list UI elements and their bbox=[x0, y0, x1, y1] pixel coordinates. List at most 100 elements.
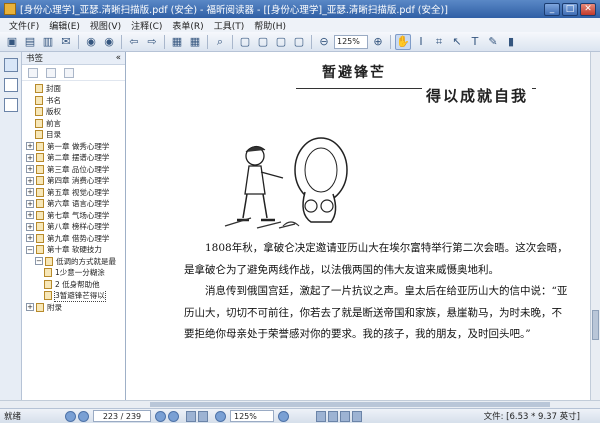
expand-toggle-icon[interactable]: − bbox=[26, 245, 34, 254]
next-page-button[interactable] bbox=[155, 410, 166, 422]
back-icon[interactable]: ⇦ bbox=[126, 34, 142, 50]
bookmark-item[interactable]: − 低调的方式就是最 bbox=[22, 256, 125, 268]
close-button[interactable]: ✕ bbox=[580, 2, 596, 16]
view-mode-icon[interactable]: ▢ bbox=[237, 34, 253, 50]
zoom-out-icon[interactable]: ⊖ bbox=[316, 34, 332, 50]
expand-toggle-icon[interactable]: + bbox=[26, 188, 34, 197]
expand-toggle-icon[interactable]: + bbox=[26, 153, 34, 162]
forward-icon[interactable]: ⇨ bbox=[144, 34, 160, 50]
bookmark-page-icon bbox=[36, 141, 44, 151]
bookmark-options-icon[interactable] bbox=[64, 67, 74, 78]
expand-toggle-icon[interactable]: + bbox=[26, 303, 34, 312]
view-mode-4-icon[interactable]: ▢ bbox=[291, 34, 307, 50]
bookmark-item[interactable]: + 第一章 做秀心理学 bbox=[22, 141, 125, 153]
layers-tab-icon[interactable] bbox=[4, 98, 18, 112]
continuous-icon[interactable] bbox=[328, 410, 338, 422]
select-annotation-icon[interactable]: ↖ bbox=[449, 34, 465, 50]
bookmark-item[interactable]: 前言 bbox=[22, 118, 125, 130]
expand-toggle-icon[interactable]: + bbox=[26, 165, 34, 174]
back-view-icon[interactable] bbox=[186, 410, 196, 422]
zoom-out-button[interactable] bbox=[215, 410, 226, 422]
bookmark-item[interactable]: + 第四章 消费心理学 bbox=[22, 175, 125, 187]
typewriter-icon[interactable]: T bbox=[467, 34, 483, 50]
note-icon[interactable]: ✎ bbox=[485, 34, 501, 50]
status-zoom-select[interactable]: 125% bbox=[230, 410, 274, 422]
bookmark-item[interactable]: + 第五章 视觉心理学 bbox=[22, 187, 125, 199]
menu-tools[interactable]: 工具(T) bbox=[209, 19, 250, 32]
email-icon[interactable]: ✉ bbox=[58, 34, 74, 50]
bookmark-item[interactable]: + 第七章 气场心理学 bbox=[22, 210, 125, 222]
continuous-facing-icon[interactable] bbox=[352, 410, 362, 422]
prev-page-icon[interactable]: ◉ bbox=[101, 34, 117, 50]
expand-toggle-icon[interactable]: + bbox=[26, 211, 34, 220]
horizontal-scroll-thumb[interactable] bbox=[150, 402, 550, 407]
fit-page-icon[interactable]: ▦ bbox=[169, 34, 185, 50]
bookmark-item[interactable]: + 第六章 语言心理学 bbox=[22, 198, 125, 210]
first-page-button[interactable] bbox=[65, 410, 76, 422]
bookmark-page-icon bbox=[35, 130, 43, 140]
horizontal-scrollbar[interactable] bbox=[0, 400, 600, 408]
vertical-scrollbar[interactable] bbox=[590, 52, 600, 400]
bookmark-page-icon bbox=[36, 302, 44, 312]
bookmark-item[interactable]: 封面 bbox=[22, 83, 125, 95]
expand-toggle-icon[interactable]: + bbox=[26, 142, 34, 151]
print-icon[interactable]: ▥ bbox=[40, 34, 56, 50]
highlight-icon[interactable]: ▮ bbox=[503, 34, 519, 50]
bookmark-item[interactable]: − 第十章 软硬技力 bbox=[22, 244, 125, 256]
fit-width-icon[interactable]: ▦ bbox=[187, 34, 203, 50]
expand-toggle-icon[interactable]: + bbox=[26, 222, 34, 231]
delete-bookmark-icon[interactable] bbox=[46, 67, 56, 78]
first-page-icon[interactable]: ◉ bbox=[83, 34, 99, 50]
menu-view[interactable]: 视图(V) bbox=[85, 19, 126, 32]
bookmarks-tab-icon[interactable] bbox=[4, 58, 18, 72]
open-folder-icon[interactable]: ▣ bbox=[4, 34, 20, 50]
select-text-icon[interactable]: I bbox=[413, 34, 429, 50]
pages-tab-icon[interactable] bbox=[4, 78, 18, 92]
bookmark-item[interactable]: 1少意一分糊涂 bbox=[22, 267, 125, 279]
bookmark-item[interactable]: 2 低身帮助他 bbox=[22, 279, 125, 291]
single-page-icon[interactable] bbox=[316, 410, 326, 422]
expand-toggle-icon[interactable]: − bbox=[35, 257, 43, 266]
page-number-input[interactable]: 223 / 239 bbox=[93, 410, 151, 422]
bookmark-item[interactable]: + 第二章 摆谱心理学 bbox=[22, 152, 125, 164]
bookmark-item[interactable]: + 第八章 榜样心理学 bbox=[22, 221, 125, 233]
view-mode-3-icon[interactable]: ▢ bbox=[273, 34, 289, 50]
menu-help[interactable]: 帮助(H) bbox=[249, 19, 291, 32]
bookmark-page-icon bbox=[44, 268, 52, 278]
save-icon[interactable]: ▤ bbox=[22, 34, 38, 50]
document-view[interactable]: 暂避锋芒 得以成就自我 1808年秋，拿破仑决定邀请亚历山大在埃尔富特举行第二次… bbox=[126, 52, 590, 400]
vertical-scroll-thumb[interactable] bbox=[592, 310, 599, 340]
minimize-button[interactable]: _ bbox=[544, 2, 560, 16]
zoom-select[interactable]: 125% bbox=[334, 34, 368, 49]
status-text: 就绪 bbox=[4, 412, 22, 422]
expand-toggle-icon[interactable]: + bbox=[26, 176, 34, 185]
bookmark-item[interactable]: + 附录 bbox=[22, 302, 125, 314]
bookmark-item[interactable]: + 第九章 借势心理学 bbox=[22, 233, 125, 245]
view-mode-2-icon[interactable]: ▢ bbox=[255, 34, 271, 50]
zoom-in-icon[interactable]: ⊕ bbox=[370, 34, 386, 50]
expand-toggle-icon[interactable]: + bbox=[26, 234, 34, 243]
expand-toggle-icon[interactable]: + bbox=[26, 199, 34, 208]
bookmark-item[interactable]: 版权 bbox=[22, 106, 125, 118]
zoom-in-button[interactable] bbox=[278, 410, 289, 422]
snapshot-icon[interactable]: ⌗ bbox=[431, 34, 447, 50]
menu-form[interactable]: 表单(R) bbox=[167, 19, 208, 32]
cartoon-illustration bbox=[224, 137, 348, 229]
maximize-button[interactable]: □ bbox=[562, 2, 578, 16]
prev-page-button[interactable] bbox=[78, 410, 89, 422]
bookmark-item[interactable]: + 第三章 品位心理学 bbox=[22, 164, 125, 176]
menu-comment[interactable]: 注释(C) bbox=[126, 19, 167, 32]
forward-view-icon[interactable] bbox=[198, 410, 208, 422]
bookmark-item[interactable]: 书名 bbox=[22, 95, 125, 107]
bookmark-item[interactable]: 3暂避锋芒得以 bbox=[22, 290, 125, 302]
facing-icon[interactable] bbox=[340, 410, 350, 422]
expand-all-icon[interactable] bbox=[28, 67, 38, 78]
bookmark-item[interactable]: 目录 bbox=[22, 129, 125, 141]
last-page-button[interactable] bbox=[168, 410, 179, 422]
bookmark-page-icon bbox=[36, 222, 44, 232]
menu-file[interactable]: 文件(F) bbox=[4, 19, 44, 32]
hand-tool-icon[interactable]: ✋ bbox=[395, 33, 411, 50]
collapse-panel-icon[interactable]: « bbox=[116, 53, 121, 63]
zoom-icon[interactable]: ⌕ bbox=[212, 34, 228, 50]
menu-edit[interactable]: 编辑(E) bbox=[44, 19, 85, 32]
